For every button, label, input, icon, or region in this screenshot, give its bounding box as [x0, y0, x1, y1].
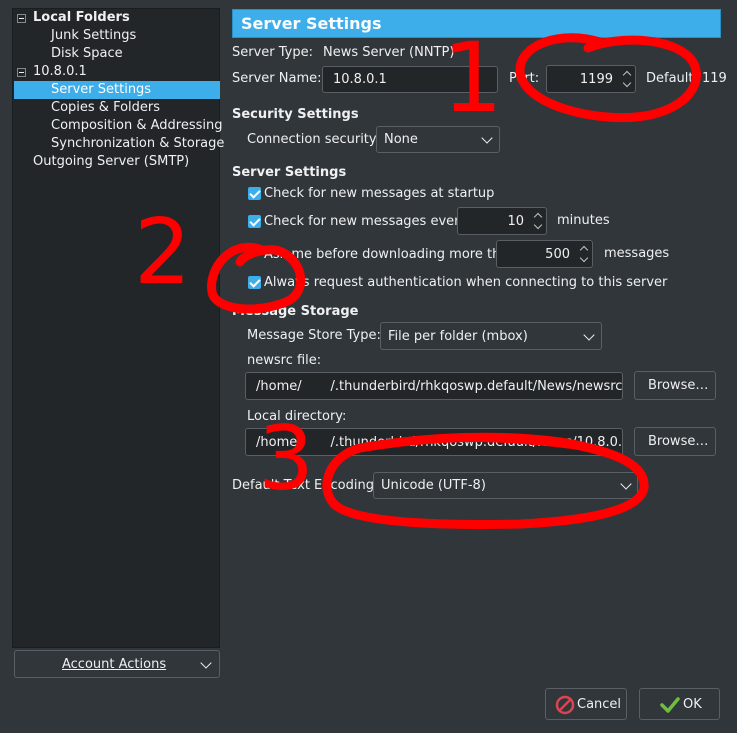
annotation-stroke [416, 434, 584, 450]
annotation-number-3: 3 [258, 407, 314, 510]
annotation-overlay [207, 33, 701, 529]
annotation-number-1: 1 [442, 22, 504, 134]
annotation-circle-port [515, 33, 701, 123]
annotation-circle-auth [207, 242, 306, 314]
annotation-circle-encoding [322, 432, 649, 529]
annotation-number-2: 2 [134, 200, 192, 305]
